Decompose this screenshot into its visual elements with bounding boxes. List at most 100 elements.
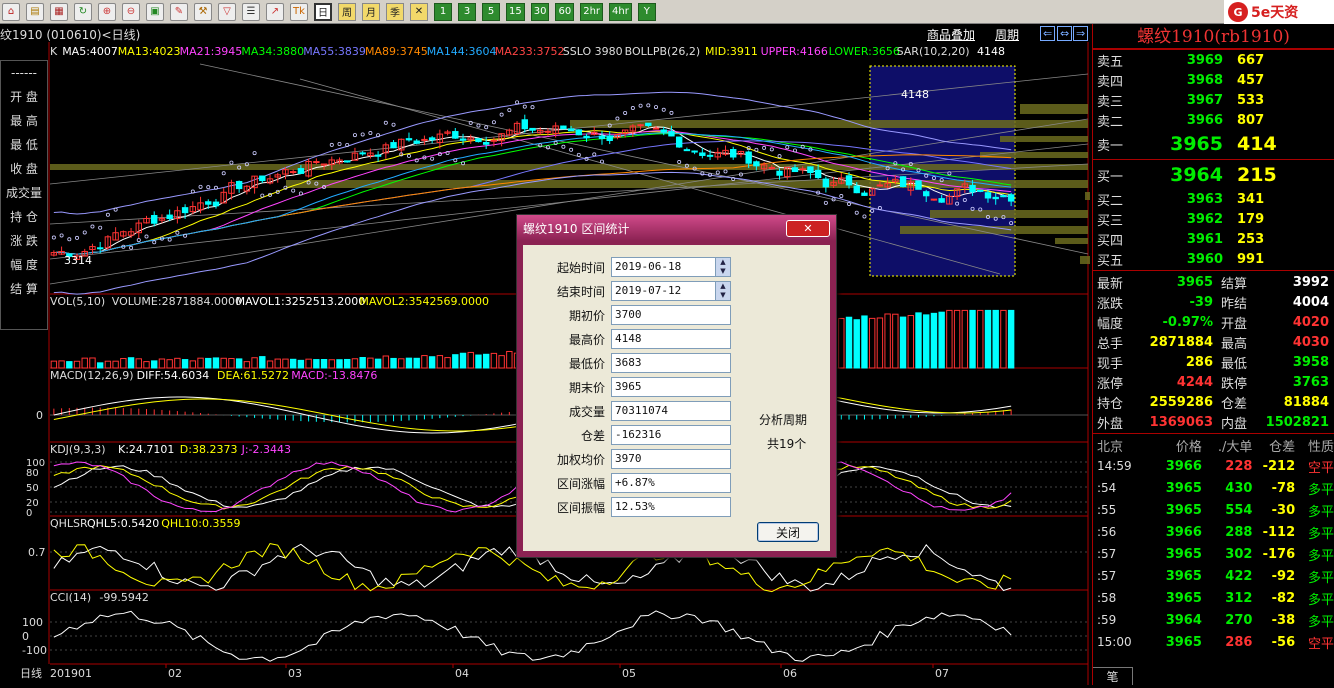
tick-oi-change: -56 xyxy=(1271,634,1296,650)
tick-time: 15:00 xyxy=(1097,635,1132,649)
period-button[interactable]: 30 xyxy=(530,2,550,21)
spin-up-icon[interactable]: ▲ xyxy=(716,258,730,267)
tick-price: 3965 xyxy=(1165,634,1202,650)
spin-down-icon[interactable]: ▼ xyxy=(716,267,730,276)
period-link[interactable]: 周期 xyxy=(995,26,1019,43)
volume-bar xyxy=(251,357,258,369)
dialog-field-value[interactable]: 2019-07-12 xyxy=(611,281,731,301)
x-axis-label: 05 xyxy=(622,667,636,680)
dialog-field-value[interactable]: 12.53% xyxy=(611,497,731,517)
spinner-control[interactable]: ▲ ▼ xyxy=(715,257,731,277)
close-button[interactable]: 关闭 xyxy=(757,522,819,542)
volume-bar xyxy=(174,357,181,369)
volume-bar xyxy=(274,358,281,369)
sar-dot xyxy=(561,144,566,149)
period-button[interactable]: 4hr xyxy=(609,2,632,21)
bid-row: 买三 3962 179 xyxy=(1093,209,1334,229)
tick-icon[interactable]: Tk xyxy=(290,2,308,21)
menu-item[interactable]: 收 盘 xyxy=(1,157,47,181)
ask-row-label: 卖二 xyxy=(1097,114,1124,130)
sar-dot xyxy=(90,224,95,229)
macd-axis-label: 0 xyxy=(36,409,43,422)
tick-list: 14:59 3966 228 -212 空平:54 3965 430 -78 多平:55 3965… xyxy=(1093,455,1334,653)
zoom-out-icon[interactable]: ⊖ xyxy=(122,2,140,21)
period-button[interactable]: 60 xyxy=(555,2,575,21)
period-button[interactable]: 5 xyxy=(482,2,500,21)
menu-item[interactable]: 最 高 xyxy=(1,109,47,133)
tick-row: :59 3964 270 -38 多平 xyxy=(1093,609,1334,631)
save-icon[interactable]: ▤ xyxy=(26,2,44,21)
trend-icon[interactable]: ↗ xyxy=(266,2,284,21)
quote-value: 1369063 xyxy=(1149,414,1213,430)
support-band xyxy=(930,210,1088,218)
menu-item[interactable]: 开 盘 xyxy=(1,85,47,109)
dialog-titlebar[interactable]: 螺纹1910 区间统计 ✕ xyxy=(517,215,836,241)
candle-body xyxy=(668,131,675,137)
nav-prev-icon[interactable]: ⇐ xyxy=(1040,26,1056,41)
menu-item[interactable]: 持 仓 xyxy=(1,205,47,229)
period-button[interactable]: 日 xyxy=(314,2,332,21)
ask-row-label: 卖三 xyxy=(1097,94,1124,110)
nav-next-icon[interactable]: ⇒ xyxy=(1073,26,1089,41)
volume-bar xyxy=(382,355,390,369)
qhlsr-indicator-label: QHL5:0.5420 xyxy=(87,517,160,530)
bid-row-label: 买三 xyxy=(1097,213,1124,229)
dialog-field-value[interactable]: 70311074 xyxy=(611,401,731,421)
period-button[interactable]: 1 xyxy=(434,2,452,21)
spin-up-icon[interactable]: ▲ xyxy=(716,282,730,291)
price-field-menu[interactable]: ------ 开 盘最 高最 低收 盘成交量持 仓涨 跌幅 度结 算 xyxy=(0,60,48,330)
menu-item[interactable]: 成交量 xyxy=(1,181,47,205)
tick-time: :57 xyxy=(1097,547,1117,561)
filter-icon[interactable]: ▽ xyxy=(218,2,236,21)
tick-price: 3965 xyxy=(1165,546,1202,562)
pen-icon[interactable]: ✎ xyxy=(170,2,188,21)
ticks-column-header: ./大单 xyxy=(1217,439,1253,455)
menu-item[interactable]: 幅 度 xyxy=(1,253,47,277)
close-icon[interactable]: ✕ xyxy=(786,219,830,237)
list-icon[interactable]: ☰ xyxy=(242,2,260,21)
window-icon[interactable]: ▣ xyxy=(146,2,164,21)
dialog-field-value[interactable]: 3683 xyxy=(611,353,731,373)
period-button[interactable]: 周 xyxy=(338,2,356,21)
menu-item[interactable]: 结 算 xyxy=(1,277,47,301)
volume-bar xyxy=(969,309,976,369)
chart-icon[interactable]: ▦ xyxy=(50,2,68,21)
tick-time: :56 xyxy=(1097,525,1117,539)
ticks-header: 北京 价格 ./大单 仓差 性质 xyxy=(1093,435,1334,455)
dialog-field-value[interactable]: 3965 xyxy=(611,377,731,397)
period-button[interactable]: 15 xyxy=(506,2,525,21)
tick-price: 3964 xyxy=(1165,612,1202,628)
menu-item[interactable]: 最 低 xyxy=(1,133,47,157)
dialog-field-value[interactable]: 3970 xyxy=(611,449,731,469)
volume-indicator-label: MAVOL2:3542569.0000 xyxy=(359,295,490,308)
dialog-field-value[interactable]: -162316 xyxy=(611,425,731,445)
menu-item[interactable]: 涨 跌 xyxy=(1,229,47,253)
spin-down-icon[interactable]: ▼ xyxy=(716,291,730,300)
sar-dot xyxy=(823,200,828,205)
candle-body xyxy=(915,180,922,190)
dialog-field-value[interactable]: 4148 xyxy=(611,329,731,349)
sar-dot xyxy=(360,132,365,137)
home-icon[interactable]: ⌂ xyxy=(2,2,20,21)
period-button[interactable]: 3 xyxy=(458,2,476,21)
zoom-in-icon[interactable]: ⊕ xyxy=(98,2,116,21)
spinner-control[interactable]: ▲ ▼ xyxy=(715,281,731,301)
period-button[interactable]: 2hr xyxy=(580,2,604,21)
tab-ticks[interactable]: 笔 xyxy=(1093,667,1133,685)
commodity-overlay-link[interactable]: 商品叠加 xyxy=(927,26,975,43)
main-indicator-label: MA144:3604 xyxy=(426,45,497,58)
dialog-field-value[interactable]: 2019-06-18 xyxy=(611,257,731,277)
period-button[interactable]: Y xyxy=(637,2,656,21)
period-button[interactable]: 月 xyxy=(362,2,380,21)
period-button[interactable]: ✕ xyxy=(410,2,428,21)
dialog-field-value[interactable]: +6.87% xyxy=(611,473,731,493)
dialog-field-value[interactable]: 3700 xyxy=(611,305,731,325)
nav-both-icon[interactable]: ⇔ xyxy=(1057,26,1073,41)
tool-icon[interactable]: ⚒ xyxy=(194,2,212,21)
tick-row: :57 3965 422 -92 多平 xyxy=(1093,565,1334,587)
main-indicator-label: MA34:3880 xyxy=(241,45,305,58)
tick-volume: 430 xyxy=(1225,480,1253,496)
period-button[interactable]: 季 xyxy=(386,2,404,21)
sar-dot xyxy=(229,160,234,165)
refresh-icon[interactable]: ↻ xyxy=(74,2,92,21)
